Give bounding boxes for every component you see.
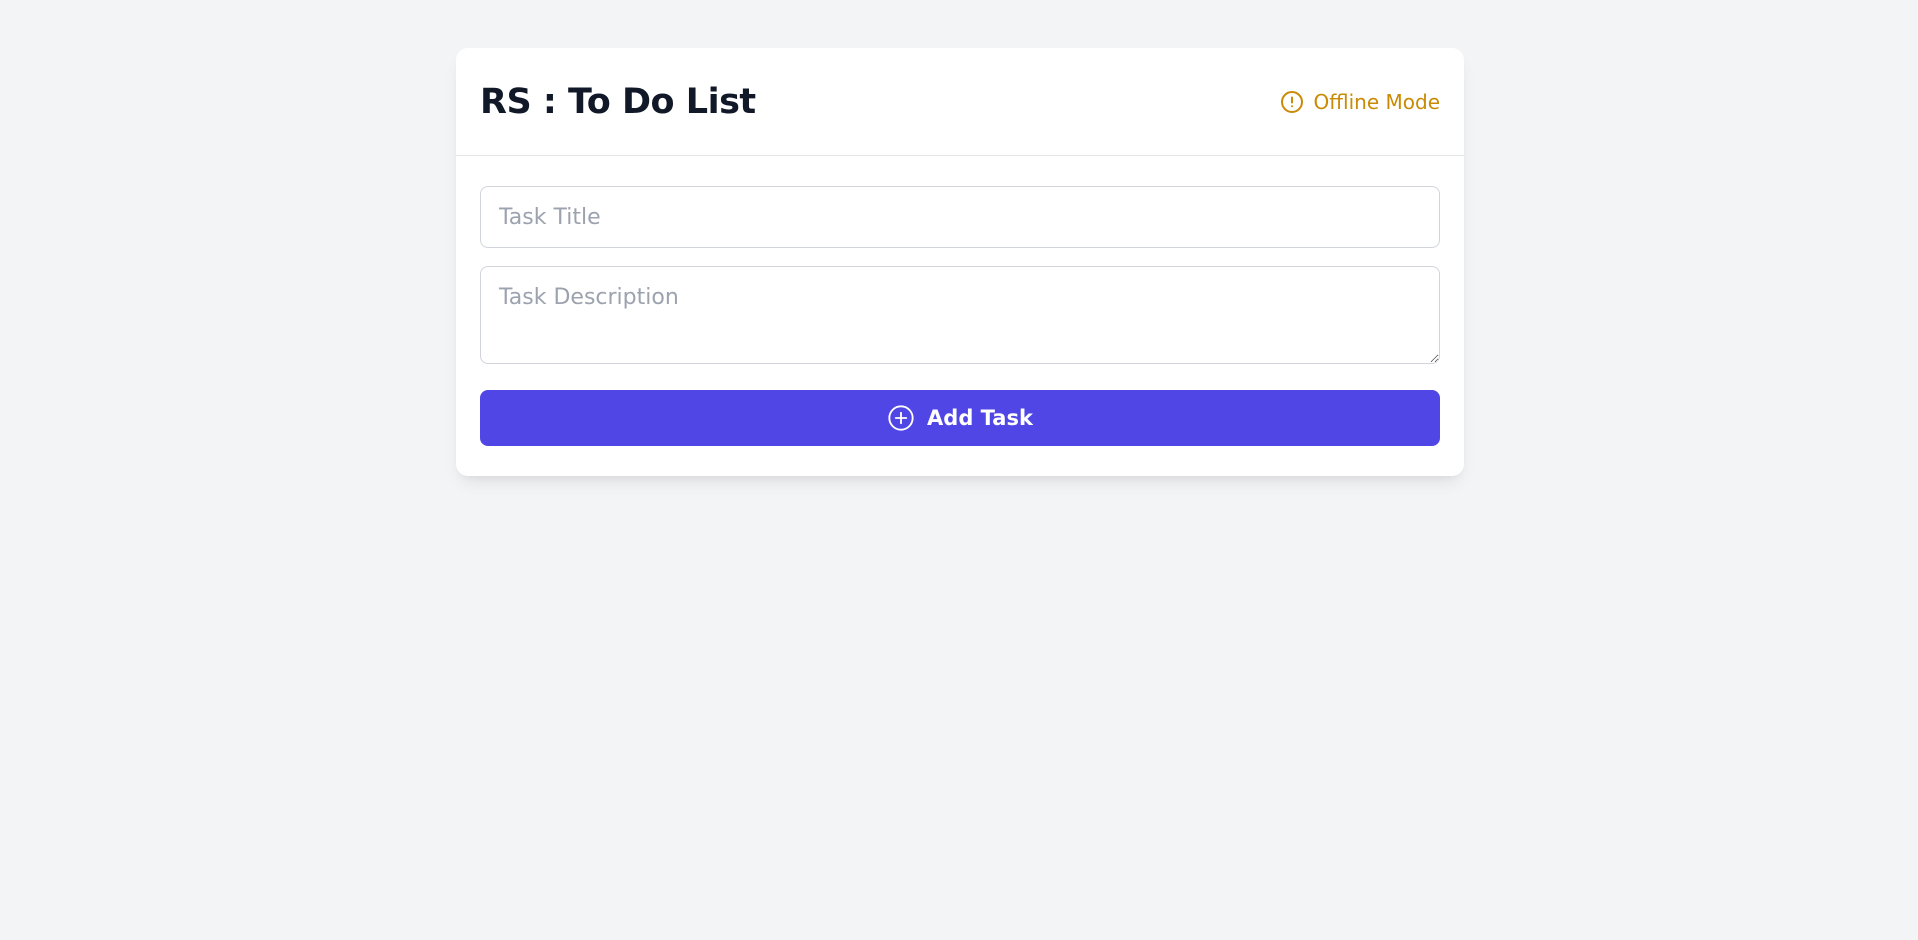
plus-circle-icon [887,404,915,432]
task-form: Add Task [456,156,1464,446]
add-task-button[interactable]: Add Task [480,390,1440,446]
task-description-input[interactable] [480,266,1440,364]
task-title-input[interactable] [480,186,1440,248]
page-title: RS : To Do List [480,81,756,122]
status-indicator: Offline Mode [1280,90,1440,114]
card-header: RS : To Do List Offline Mode [456,48,1464,156]
status-label: Offline Mode [1313,89,1440,114]
todo-card: RS : To Do List Offline Mode Task Title … [456,48,1464,476]
add-task-button-label: Add Task [927,406,1033,430]
alert-circle-icon [1280,90,1304,114]
